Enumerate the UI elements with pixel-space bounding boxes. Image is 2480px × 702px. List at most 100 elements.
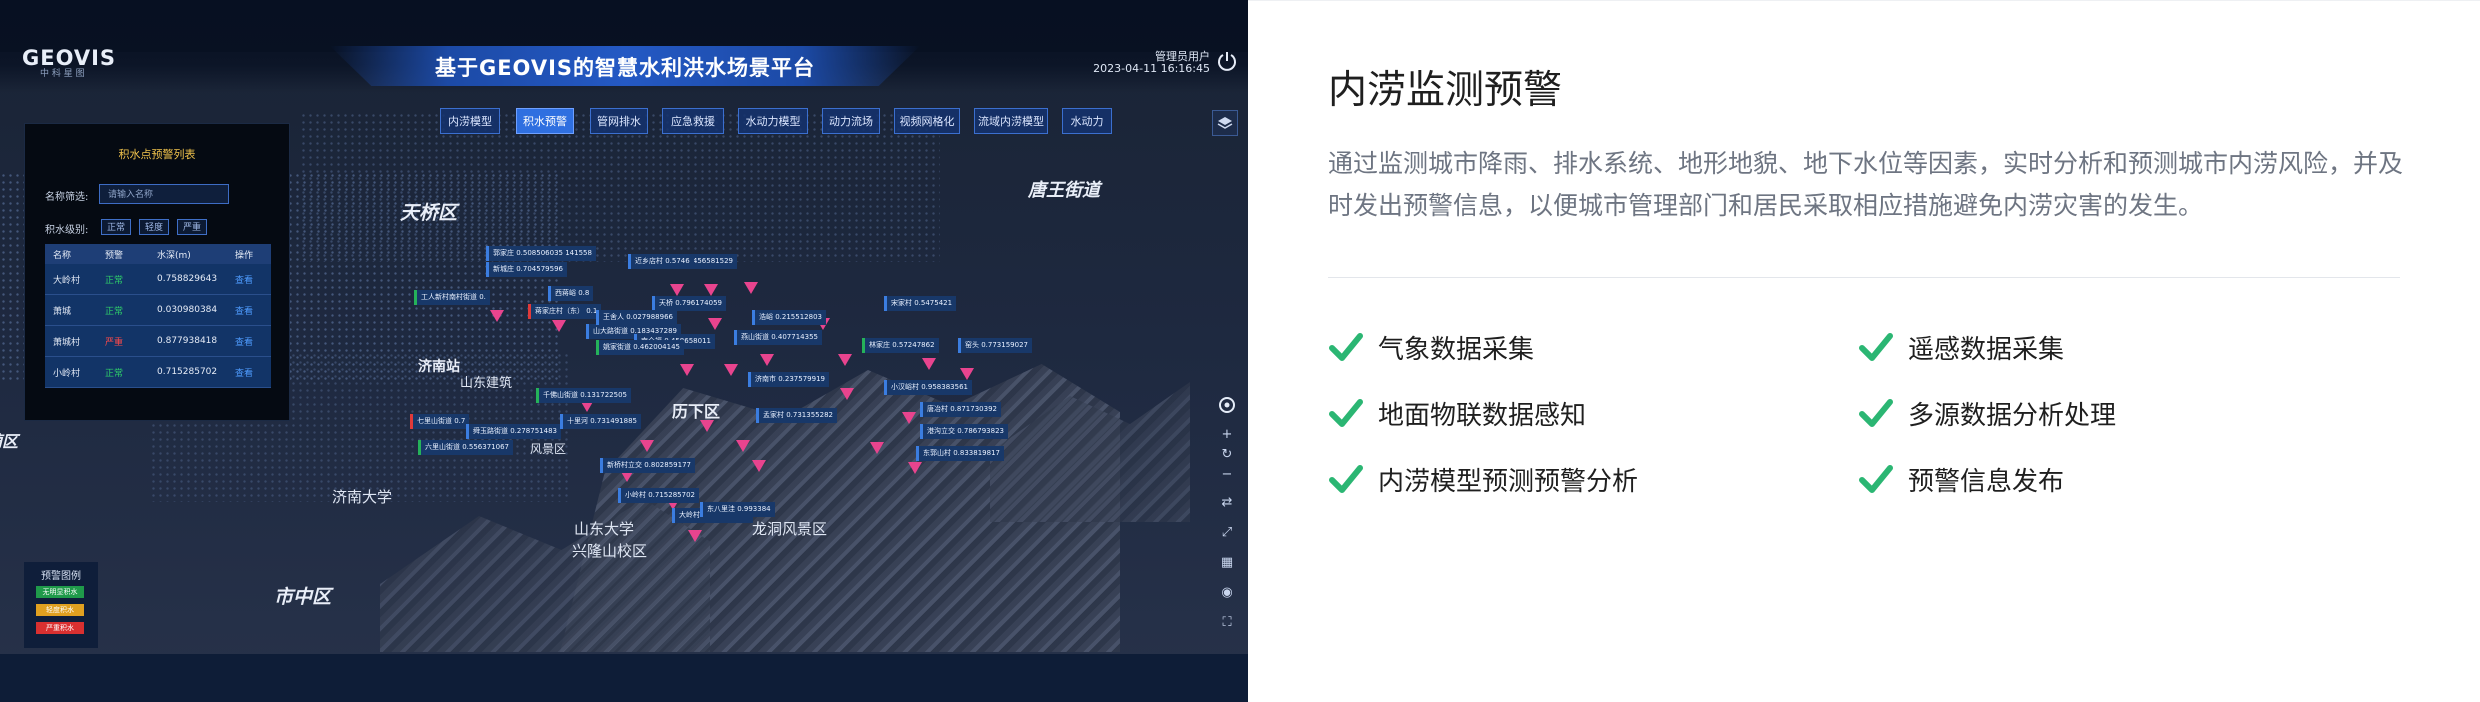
warning-pin-icon[interactable] — [752, 460, 766, 472]
warning-callout[interactable]: 工人新村南村街道 0. — [414, 290, 490, 305]
feature-label: 预警信息发布 — [1908, 466, 2065, 497]
warning-pin-icon[interactable] — [744, 282, 758, 294]
warning-pin-icon[interactable] — [708, 318, 722, 330]
tab-flow-field[interactable]: 动力流场 — [822, 108, 880, 134]
place-label: 市中区 — [274, 586, 332, 608]
warning-pin-icon[interactable] — [688, 530, 702, 542]
view-link[interactable]: 查看 — [235, 295, 253, 325]
warning-callout[interactable]: 孟家村 0.731355282 — [756, 408, 837, 423]
warning-callout[interactable]: 十里河 0.731491885 — [560, 414, 641, 429]
tab-emergency-rescue[interactable]: 应急救援 — [662, 108, 724, 134]
warning-callout[interactable]: 浩峪 0.215512803 — [752, 310, 826, 325]
warning-callout[interactable]: 东郭山村 0.833819817 — [916, 446, 1004, 461]
warning-callout[interactable]: 西蒋峪 0.8 — [548, 286, 594, 301]
cell-status: 正常 — [105, 306, 124, 317]
warning-callout[interactable]: 东八里洼 0.993384 — [700, 502, 775, 517]
warning-pin-icon[interactable] — [670, 284, 684, 296]
tab-pipe-drainage[interactable]: 管网排水 — [590, 108, 648, 134]
warning-pin-icon[interactable] — [724, 364, 738, 376]
warning-pin-icon[interactable] — [870, 442, 884, 454]
globe-icon[interactable]: ◉ — [1216, 582, 1238, 604]
expand-icon[interactable]: ⛶ — [1216, 612, 1238, 634]
warning-callout[interactable]: 新桥村立交 0.802859177 — [600, 458, 695, 473]
warning-callout[interactable]: 七里山街道 0.7 — [410, 414, 470, 429]
level-mild-button[interactable]: 轻度 — [139, 219, 169, 235]
compass-icon[interactable] — [1216, 394, 1238, 416]
warning-pin-icon[interactable] — [840, 388, 854, 400]
warning-callout[interactable]: 小汉峪村 0.958383561 — [884, 380, 972, 395]
grid-icon[interactable]: ▦ — [1216, 552, 1238, 574]
layers-icon[interactable] — [1212, 110, 1238, 136]
warning-callout[interactable]: 千佛山街道 0.131722505 — [536, 388, 631, 403]
logo-subtitle: 中 科 星 图 — [40, 69, 85, 79]
fullscreen-icon[interactable]: ⤢ — [1216, 522, 1238, 544]
warning-callout[interactable]: 小岭村 0.715285702 — [618, 488, 699, 503]
view-link[interactable]: 查看 — [235, 357, 253, 387]
warning-pin-icon[interactable] — [736, 440, 750, 452]
feature-label: 内涝模型预测预警分析 — [1378, 466, 1639, 497]
table-row[interactable]: 萧城村 严重 0.877938418 查看 — [45, 326, 271, 357]
warning-callout[interactable]: 舜玉路街道 0.278751483 — [466, 424, 561, 439]
legend-item-severe: 严重积水 — [36, 622, 84, 634]
warning-pin-icon[interactable] — [490, 310, 504, 322]
warning-callout[interactable]: 宋家村 0.5475421 — [884, 296, 957, 311]
warning-callout[interactable]: 天桥 0.796174059 — [652, 296, 726, 311]
table-row[interactable]: 萧城 正常 0.030980384 查看 — [45, 295, 271, 326]
zoom-in-icon[interactable]: + — [1216, 424, 1238, 446]
legend-item-none: 无明显积水 — [36, 586, 84, 598]
warning-callout[interactable]: 六里山街道 0.556371067 — [418, 440, 513, 455]
feature-label: 多源数据分析处理 — [1908, 400, 2117, 431]
check-icon — [1329, 399, 1363, 427]
warning-pin-icon[interactable] — [760, 354, 774, 366]
tab-hydrodynamics[interactable]: 水动力 — [1062, 108, 1112, 134]
table-row[interactable]: 小岭村 正常 0.715285702 查看 — [45, 357, 271, 388]
warning-pin-icon[interactable] — [704, 284, 718, 296]
view-link[interactable]: 查看 — [235, 326, 253, 356]
warning-callout[interactable]: 窑头 0.773159027 — [958, 338, 1032, 353]
zoom-out-icon[interactable]: − — [1216, 464, 1238, 486]
cell-name: 大岭村 — [53, 275, 81, 286]
warning-callout[interactable]: 姚家街道 0.462004145 — [596, 340, 684, 355]
warning-callout[interactable]: 新城庄 0.704579596 — [486, 262, 567, 277]
measure-icon[interactable]: ⇄ — [1216, 492, 1238, 514]
refresh-icon[interactable]: ↻ — [1216, 444, 1238, 466]
cell-status: 正常 — [105, 275, 124, 286]
warning-callout[interactable]: 蒋家庄村（东） 0.1 — [528, 304, 602, 319]
place-label: 兴隆山校区 — [572, 542, 648, 560]
place-label: 济南大学 — [332, 488, 393, 506]
level-normal-button[interactable]: 正常 — [101, 219, 131, 235]
warning-pin-icon[interactable] — [640, 440, 654, 452]
tab-waterlogging-model[interactable]: 内涝模型 — [440, 108, 500, 134]
place-label: 风景区 — [530, 442, 567, 456]
warning-pin-icon[interactable] — [902, 412, 916, 424]
warning-callout[interactable]: 唐冶村 0.871730392 — [920, 402, 1001, 417]
warning-callout[interactable]: 林家庄 0.57247862 — [862, 338, 939, 353]
warning-pin-icon[interactable] — [700, 420, 714, 432]
table-row[interactable]: 大岭村 正常 0.758829643 查看 — [45, 264, 271, 295]
warning-pin-icon[interactable] — [838, 354, 852, 366]
table-header: 名称 预警 水深(m) 操作 — [45, 244, 271, 264]
tab-hydrodynamic-model[interactable]: 水动力模型 — [738, 108, 808, 134]
name-filter-input[interactable]: 请输入名称 — [99, 184, 229, 204]
warning-callout[interactable]: 燕山街道 0.407714355 — [734, 330, 822, 345]
power-icon[interactable] — [1216, 50, 1238, 72]
warning-pin-icon[interactable] — [960, 368, 974, 380]
warning-callout[interactable]: 近乡店村 0.5746 — [628, 254, 694, 269]
warning-pin-icon[interactable] — [908, 462, 922, 474]
description: 通过监测城市降雨、排水系统、地形地貌、地下水位等因素，实时分析和预测城市内涝风险… — [1328, 149, 2404, 220]
feature-label: 地面物联数据感知 — [1378, 400, 1587, 431]
warning-pin-icon[interactable] — [680, 364, 694, 376]
warning-callout[interactable]: 港沟立交 0.786793823 — [920, 424, 1008, 439]
tab-basin-model[interactable]: 流域内涝模型 — [974, 108, 1048, 134]
warning-callout[interactable]: 王舍人 0.027988966 — [596, 310, 677, 325]
tab-ponding-warning[interactable]: 积水预警 — [516, 108, 574, 134]
warning-callout[interactable]: 郭家庄 0.508506035 141558 — [486, 246, 596, 261]
warning-pin-icon[interactable] — [922, 358, 936, 370]
level-severe-button[interactable]: 严重 — [177, 219, 207, 235]
column-header: 水深(m) — [157, 250, 191, 261]
view-link[interactable]: 查看 — [235, 264, 253, 294]
warning-callout[interactable]: 济南市 0.237579919 — [748, 372, 829, 387]
warning-pin-icon[interactable] — [552, 320, 566, 332]
feature-item: 内涝模型预测预警分析 — [1328, 459, 1638, 499]
tab-video-grid[interactable]: 视频网格化 — [894, 108, 960, 134]
